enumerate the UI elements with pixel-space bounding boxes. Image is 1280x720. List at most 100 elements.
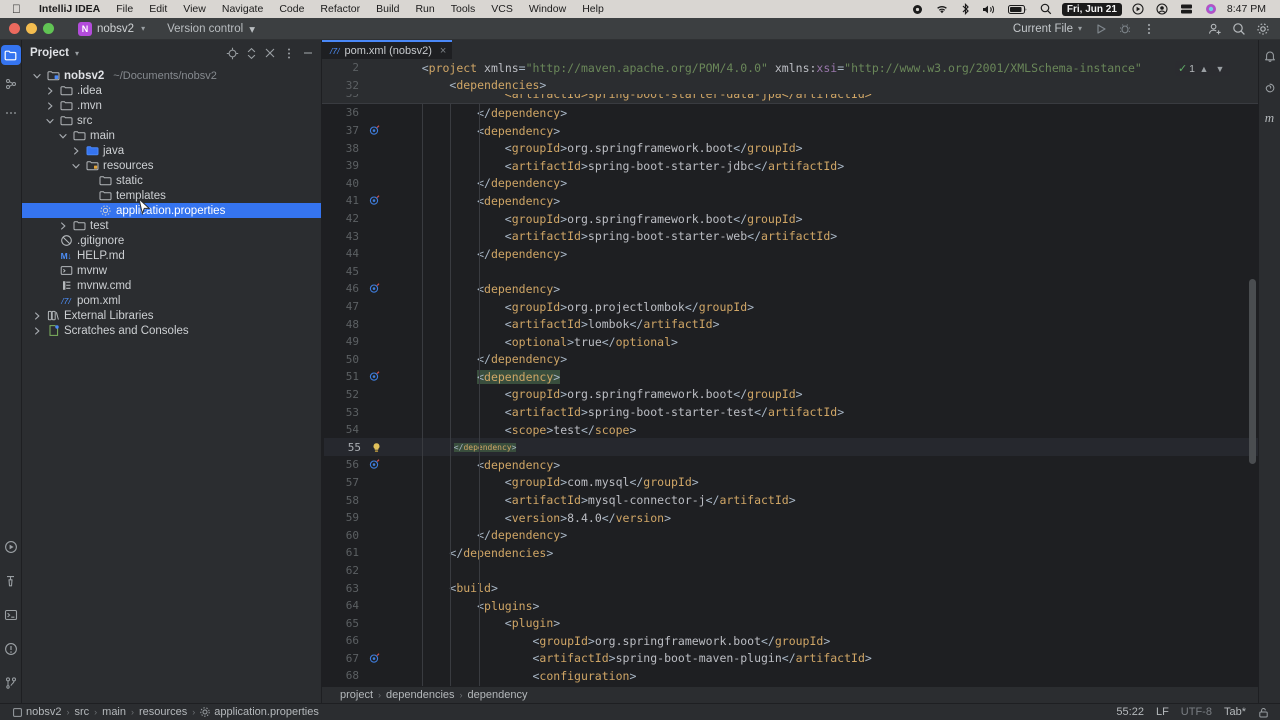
problems-tool-icon[interactable] [1, 639, 21, 659]
code-line-51[interactable]: 51 <dependency> [322, 368, 1258, 386]
menu-edit[interactable]: Edit [141, 3, 175, 15]
code-line-65[interactable]: 65 <plugin> [322, 614, 1258, 632]
code-line-32[interactable]: 32 <dependencies> [322, 77, 1258, 95]
status-path-resources[interactable]: resources [134, 706, 192, 718]
code-line-62[interactable]: 62 [322, 562, 1258, 580]
code-line-64[interactable]: 64 <plugins> [322, 597, 1258, 615]
code-line-43[interactable]: 43 <artifactId>spring-boot-starter-web</… [322, 227, 1258, 245]
version-control-tool-icon[interactable] [1, 673, 21, 693]
code-line-49[interactable]: 49 <optional>true</optional> [322, 333, 1258, 351]
code-line-63[interactable]: 63 <build> [322, 579, 1258, 597]
settings-gear-icon[interactable] [1252, 19, 1274, 39]
intention-bulb-icon[interactable] [368, 442, 384, 453]
code-line-42[interactable]: 42 <groupId>org.springframework.boot</gr… [322, 210, 1258, 228]
previous-problem-icon[interactable]: ▲ [1197, 64, 1211, 74]
build-tool-icon[interactable] [1, 571, 21, 591]
hide-icon[interactable] [299, 44, 317, 62]
version-control-widget[interactable]: Version control ▾ [167, 22, 255, 36]
menu-file[interactable]: File [108, 3, 141, 15]
menu-help[interactable]: Help [574, 3, 612, 15]
code-line-52[interactable]: 52 <groupId>org.springframework.boot</gr… [322, 386, 1258, 404]
menu-view[interactable]: View [175, 3, 214, 15]
chevron-down-icon[interactable]: ▾ [75, 49, 79, 58]
maven-dependency-icon[interactable] [366, 371, 382, 382]
code-line-58[interactable]: 58 <artifactId>mysql-connector-j</artifa… [322, 491, 1258, 509]
minimize-window-button[interactable] [26, 23, 37, 34]
menu-vcs[interactable]: VCS [483, 3, 521, 15]
code-line-67[interactable]: 67 <artifactId>spring-boot-maven-plugin<… [322, 650, 1258, 668]
notifications-bell-icon[interactable] [1260, 46, 1280, 66]
tree-item--gitignore[interactable]: .gitignore [22, 233, 321, 248]
indent-setting[interactable]: Tab* [1219, 706, 1251, 718]
breadcrumb-item-dependencies[interactable]: dependencies [386, 689, 455, 701]
more-tool-windows-icon[interactable] [1, 103, 21, 123]
tree-item-resources[interactable]: resources [22, 158, 321, 173]
add-user-icon[interactable] [1204, 19, 1226, 39]
macbar-date[interactable]: Fri, Jun 21 [1061, 2, 1122, 16]
code-line-53[interactable]: 53 <artifactId>spring-boot-starter-test<… [322, 403, 1258, 421]
chevron-right-icon[interactable] [58, 221, 68, 230]
maven-dependency-icon[interactable] [366, 195, 382, 206]
tree-item-java[interactable]: java [22, 143, 321, 158]
tree-item-test[interactable]: test [22, 218, 321, 233]
menu-window[interactable]: Window [521, 3, 574, 15]
more-options-icon[interactable] [1138, 19, 1160, 39]
commit-tool-icon[interactable] [1, 74, 21, 94]
code-line-41[interactable]: 41 <dependency> [322, 192, 1258, 210]
menu-tools[interactable]: Tools [443, 3, 484, 15]
code-line-47[interactable]: 47 <groupId>org.projectlombok</groupId> [322, 298, 1258, 316]
app-dot-icon[interactable] [1199, 0, 1223, 18]
maven-dependency-icon[interactable] [366, 459, 382, 470]
tree-item-main[interactable]: main [22, 128, 321, 143]
terminal-tool-icon[interactable] [1, 605, 21, 625]
caret-position[interactable]: 55:22 [1111, 706, 1149, 718]
screen-mirroring-icon[interactable] [1174, 0, 1199, 18]
tree-item-templates[interactable]: templates [22, 188, 321, 203]
code-line-57[interactable]: 57 <groupId>com.mysql</groupId> [322, 474, 1258, 492]
run-icon[interactable] [1090, 19, 1112, 39]
chevron-down-icon[interactable] [71, 162, 81, 170]
maximize-window-button[interactable] [43, 23, 54, 34]
control-center-icon[interactable] [1126, 0, 1150, 18]
chevron-right-icon[interactable] [32, 311, 42, 320]
tree-item-pom-xml[interactable]: /7/pom.xml [22, 293, 321, 308]
expand-collapse-icon[interactable] [242, 44, 260, 62]
code-line-48[interactable]: 48 <artifactId>lombok</artifactId> [322, 315, 1258, 333]
breadcrumb-item-dependency[interactable]: dependency [468, 689, 528, 701]
maven-dependency-icon[interactable] [366, 283, 382, 294]
chevron-right-icon[interactable] [32, 326, 42, 335]
wifi-icon[interactable] [929, 0, 955, 18]
code-line-69[interactable]: 69 <excludes> [322, 685, 1258, 686]
options-icon[interactable] [280, 44, 298, 62]
tree-item-help-md[interactable]: M↓ HELP.md [22, 248, 321, 263]
editor-vertical-scrollbar[interactable] [1249, 279, 1256, 464]
inspections-widget[interactable]: ✓ 1 ▲ ▼ [1174, 61, 1230, 76]
code-line-66[interactable]: 66 <groupId>org.springframework.boot</gr… [322, 632, 1258, 650]
collapse-all-icon[interactable] [261, 44, 279, 62]
chevron-down-icon[interactable] [58, 132, 68, 140]
code-line-45[interactable]: 45 [322, 263, 1258, 281]
code-line-36[interactable]: 36 </dependency> [322, 104, 1258, 122]
tree-item-mvnw-cmd[interactable]: mvnw.cmd [22, 278, 321, 293]
maven-dependency-icon[interactable] [366, 125, 382, 136]
code-line-44[interactable]: 44 </dependency> [322, 245, 1258, 263]
battery-icon[interactable] [1002, 0, 1034, 18]
ai-assistant-icon[interactable] [1260, 78, 1280, 98]
code-line-2[interactable]: 2 <project xmlns="http://maven.apache.or… [322, 59, 1258, 77]
menu-build[interactable]: Build [368, 3, 407, 15]
apple-logo-icon[interactable]:  [12, 3, 21, 15]
code-line-40[interactable]: 40 </dependency> [322, 175, 1258, 193]
maven-dependency-icon[interactable] [366, 653, 382, 664]
tree-item-scratches-and-consoles[interactable]: Scratches and Consoles [22, 323, 321, 338]
close-icon[interactable]: × [440, 45, 446, 57]
spotlight-search-icon[interactable] [1034, 0, 1058, 18]
editor-tab-pom-xml[interactable]: /7/ pom.xml (nobsv2) × [322, 40, 453, 59]
code-line-54[interactable]: 54 <scope>test</scope> [322, 421, 1258, 439]
line-separator[interactable]: LF [1151, 706, 1174, 718]
project-selector[interactable]: N nobsv2 ▾ [78, 21, 145, 36]
search-icon[interactable] [1228, 19, 1250, 39]
code-line-60[interactable]: 60 </dependency> [322, 526, 1258, 544]
code-editor[interactable]: ✓ 1 ▲ ▼ 2 <project xmlns="http://maven.a… [322, 59, 1258, 686]
code-line-37[interactable]: 37 <dependency> [322, 122, 1258, 140]
tree-item-external-libraries[interactable]: External Libraries [22, 308, 321, 323]
